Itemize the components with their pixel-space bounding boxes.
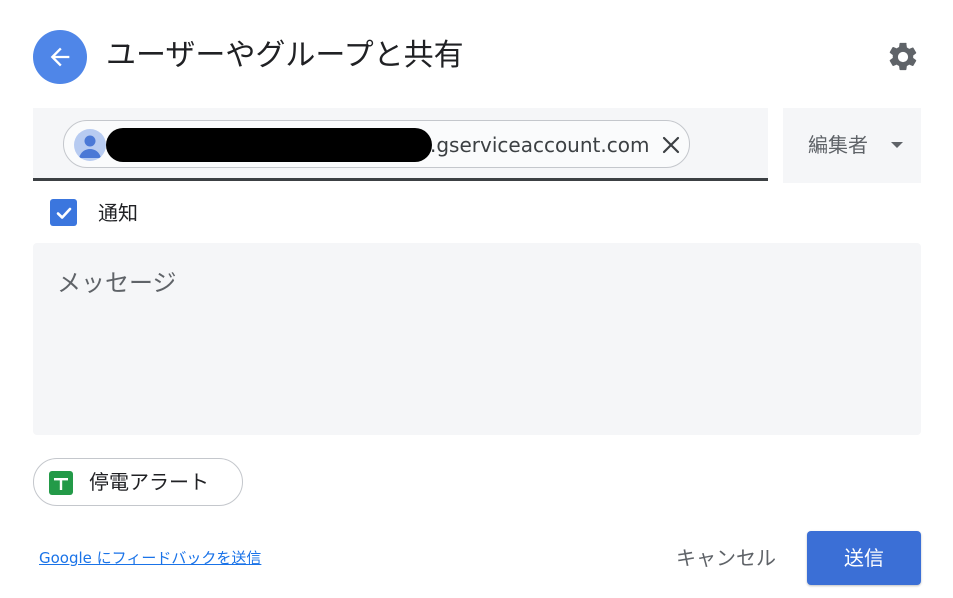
role-selected-value: 編集者: [808, 133, 868, 157]
send-button[interactable]: 送信: [807, 531, 921, 585]
notify-checkbox[interactable]: [50, 199, 77, 226]
gear-icon: [889, 42, 917, 71]
recipient-email-suffix: .gserviceaccount.com: [430, 133, 650, 157]
person-icon: [74, 129, 106, 161]
linked-file-label: 停電アラート: [89, 470, 209, 494]
linked-file-chip[interactable]: 停電アラート: [33, 458, 243, 506]
role-dropdown[interactable]: 編集者: [783, 108, 921, 183]
recipient-input[interactable]: .gserviceaccount.com: [33, 108, 768, 181]
feedback-link[interactable]: Google にフィードバックを送信: [39, 546, 261, 570]
caret-down-icon: [891, 142, 903, 148]
notify-label: 通知: [98, 201, 138, 225]
check-icon: [56, 207, 71, 219]
dialog-title: ユーザーやグループと共有: [106, 38, 464, 73]
message-placeholder: メッセージ: [57, 269, 177, 297]
remove-recipient-button[interactable]: [657, 131, 685, 159]
recipient-chip[interactable]: .gserviceaccount.com: [63, 120, 690, 168]
close-icon: [662, 136, 680, 154]
back-button[interactable]: [33, 30, 87, 84]
arrow-left-icon: [50, 47, 70, 67]
settings-button[interactable]: [884, 38, 922, 76]
share-dialog: ユーザーやグループと共有 .gserviceaccount.com 編集者 通知…: [0, 0, 953, 598]
redacted-email: [106, 128, 432, 162]
sheets-icon: [49, 471, 73, 495]
cancel-button[interactable]: キャンセル: [660, 540, 792, 576]
